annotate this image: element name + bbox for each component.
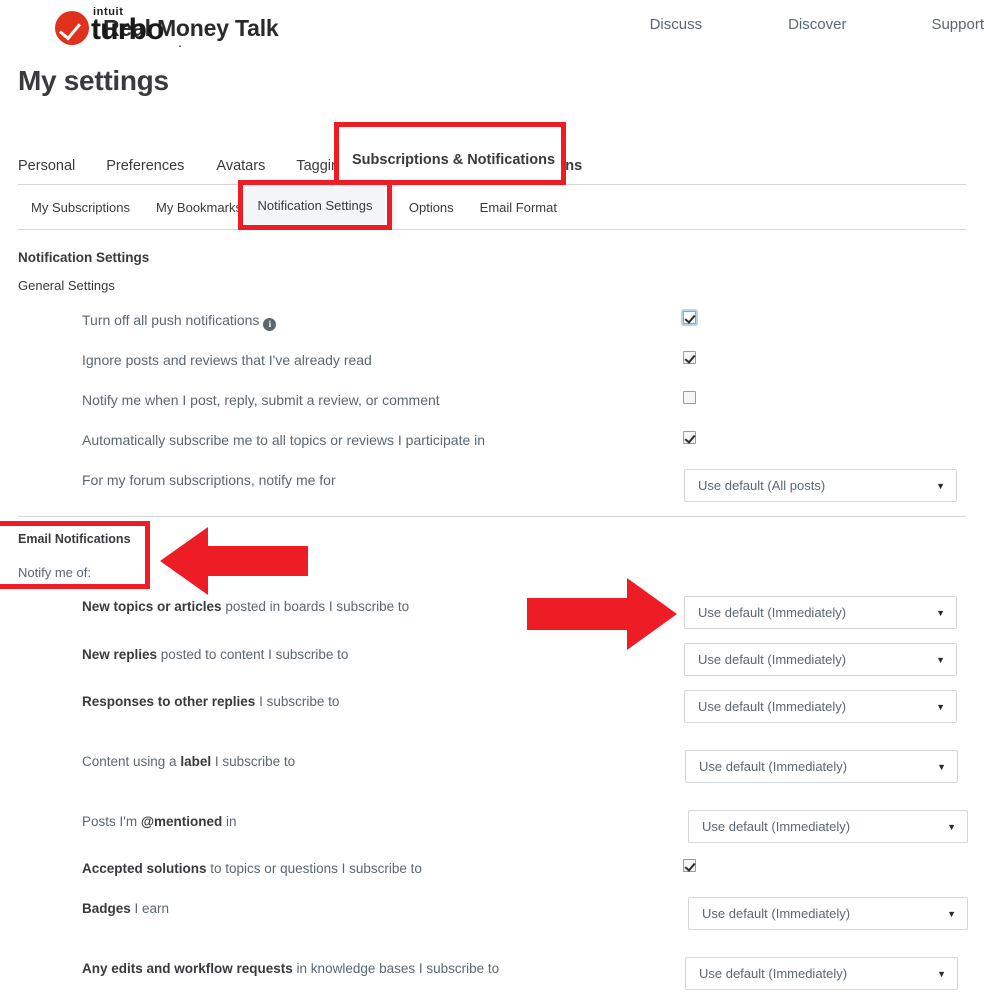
select-forum-subscriptions[interactable]: Use default (All posts) ▼ [684, 469, 957, 502]
select-badges[interactable]: Use default (Immediately) ▼ [688, 897, 968, 930]
subtab-options[interactable]: Options [396, 185, 467, 229]
subtab-email-format[interactable]: Email Format [467, 185, 570, 229]
top-navigation: Discuss Discover Support [650, 16, 984, 33]
secondary-tabs-divider [18, 229, 966, 230]
chevron-down-icon: ▼ [936, 701, 945, 712]
subtab-my-bookmarks[interactable]: My Bookmarks [143, 185, 255, 229]
tab-personal[interactable]: Personal [18, 158, 75, 186]
select-edits-workflow[interactable]: Use default (Immediately) ▼ [685, 957, 958, 990]
checkbox-turn-off-push[interactable] [683, 311, 696, 324]
select-new-replies-value: Use default (Immediately) [698, 652, 847, 667]
section-divider [18, 516, 966, 517]
tab-avatars[interactable]: Avatars [216, 158, 265, 186]
chevron-down-icon: ▼ [947, 821, 956, 832]
chevron-down-icon: ▼ [937, 761, 946, 772]
turbo-trademark-dot: . [178, 34, 182, 50]
chevron-down-icon: ▼ [936, 607, 945, 618]
page-title: My settings [18, 65, 169, 96]
email-label-content-label: Content using a label I subscribe to [82, 754, 296, 769]
email-label-new-topics: New topics or articles posted in boards … [82, 599, 410, 614]
setting-label-forum-subscriptions: For my forum subscriptions, notify me fo… [82, 472, 336, 488]
checkbox-ignore-read[interactable] [683, 351, 696, 364]
select-content-label-value: Use default (Immediately) [699, 759, 848, 774]
checkbox-auto-subscribe[interactable] [683, 431, 696, 444]
select-forum-subscriptions-value: Use default (All posts) [698, 478, 826, 493]
annotated-subtab-label-notification-settings[interactable]: Notification Settings [245, 185, 385, 225]
subtab-my-subscriptions[interactable]: My Subscriptions [18, 185, 143, 229]
email-label-mentioned: Posts I'm @mentioned in [82, 814, 237, 829]
setting-label-notify-own-posts: Notify me when I post, reply, submit a r… [82, 392, 440, 408]
annotated-email-notifications-heading: Email Notifications [18, 532, 131, 546]
email-label-badges: Badges I earn [82, 901, 170, 916]
select-responses[interactable]: Use default (Immediately) ▼ [684, 690, 957, 723]
nav-link-discover[interactable]: Discover [788, 16, 846, 33]
select-new-topics[interactable]: Use default (Immediately) ▼ [684, 596, 957, 629]
select-edits-workflow-value: Use default (Immediately) [699, 966, 848, 981]
email-label-edits-workflow: Any edits and workflow requests in knowl… [82, 961, 500, 976]
general-settings-heading: General Settings [18, 278, 115, 293]
chevron-down-icon: ▼ [947, 908, 956, 919]
chevron-down-icon: ▼ [936, 480, 945, 491]
email-label-new-replies: New replies posted to content I subscrib… [82, 647, 349, 662]
annotated-tab-label-subscriptions-notifications[interactable]: Subscriptions & Notifications [352, 152, 555, 168]
select-new-replies[interactable]: Use default (Immediately) ▼ [684, 643, 957, 676]
chevron-down-icon: ▼ [937, 968, 946, 979]
setting-label-ignore-read: Ignore posts and reviews that I've alrea… [82, 352, 372, 368]
select-new-topics-value: Use default (Immediately) [698, 605, 847, 620]
tab-preferences[interactable]: Preferences [106, 158, 184, 186]
nav-link-discuss[interactable]: Discuss [650, 16, 703, 33]
email-label-responses: Responses to other replies I subscribe t… [82, 694, 340, 709]
intuit-turbo-checkmark-icon [55, 11, 89, 45]
email-label-accepted-solutions: Accepted solutions to topics or question… [82, 861, 422, 876]
select-mentioned-value: Use default (Immediately) [702, 819, 851, 834]
tab-tagging[interactable]: Tagging [296, 158, 347, 186]
select-content-label[interactable]: Use default (Immediately) ▼ [685, 750, 958, 783]
annotated-notify-me-of-label: Notify me of: [18, 565, 91, 580]
turbo-wordmark: turbo [91, 13, 164, 46]
nav-link-support[interactable]: Support [931, 16, 984, 33]
select-responses-value: Use default (Immediately) [698, 699, 847, 714]
brand-logo[interactable]: intuit turbo . Real Money Talk [55, 7, 279, 50]
arrow-pointing-right-at-first-dropdown [527, 578, 677, 650]
checkbox-accepted-solutions[interactable] [683, 859, 696, 872]
select-badges-value: Use default (Immediately) [702, 906, 851, 921]
checkbox-notify-own-posts[interactable] [683, 391, 696, 404]
info-icon[interactable]: i [263, 318, 277, 331]
select-mentioned[interactable]: Use default (Immediately) ▼ [688, 810, 968, 843]
setting-label-turn-off-push: Turn off all push notifications i [82, 312, 277, 331]
site-header: intuit turbo . Real Money Talk Discuss D… [0, 0, 984, 56]
setting-label-auto-subscribe: Automatically subscribe me to all topics… [82, 432, 486, 448]
chevron-down-icon: ▼ [936, 654, 945, 665]
notification-settings-heading: Notification Settings [18, 250, 150, 265]
arrow-pointing-left-at-email-notifications [160, 527, 308, 595]
